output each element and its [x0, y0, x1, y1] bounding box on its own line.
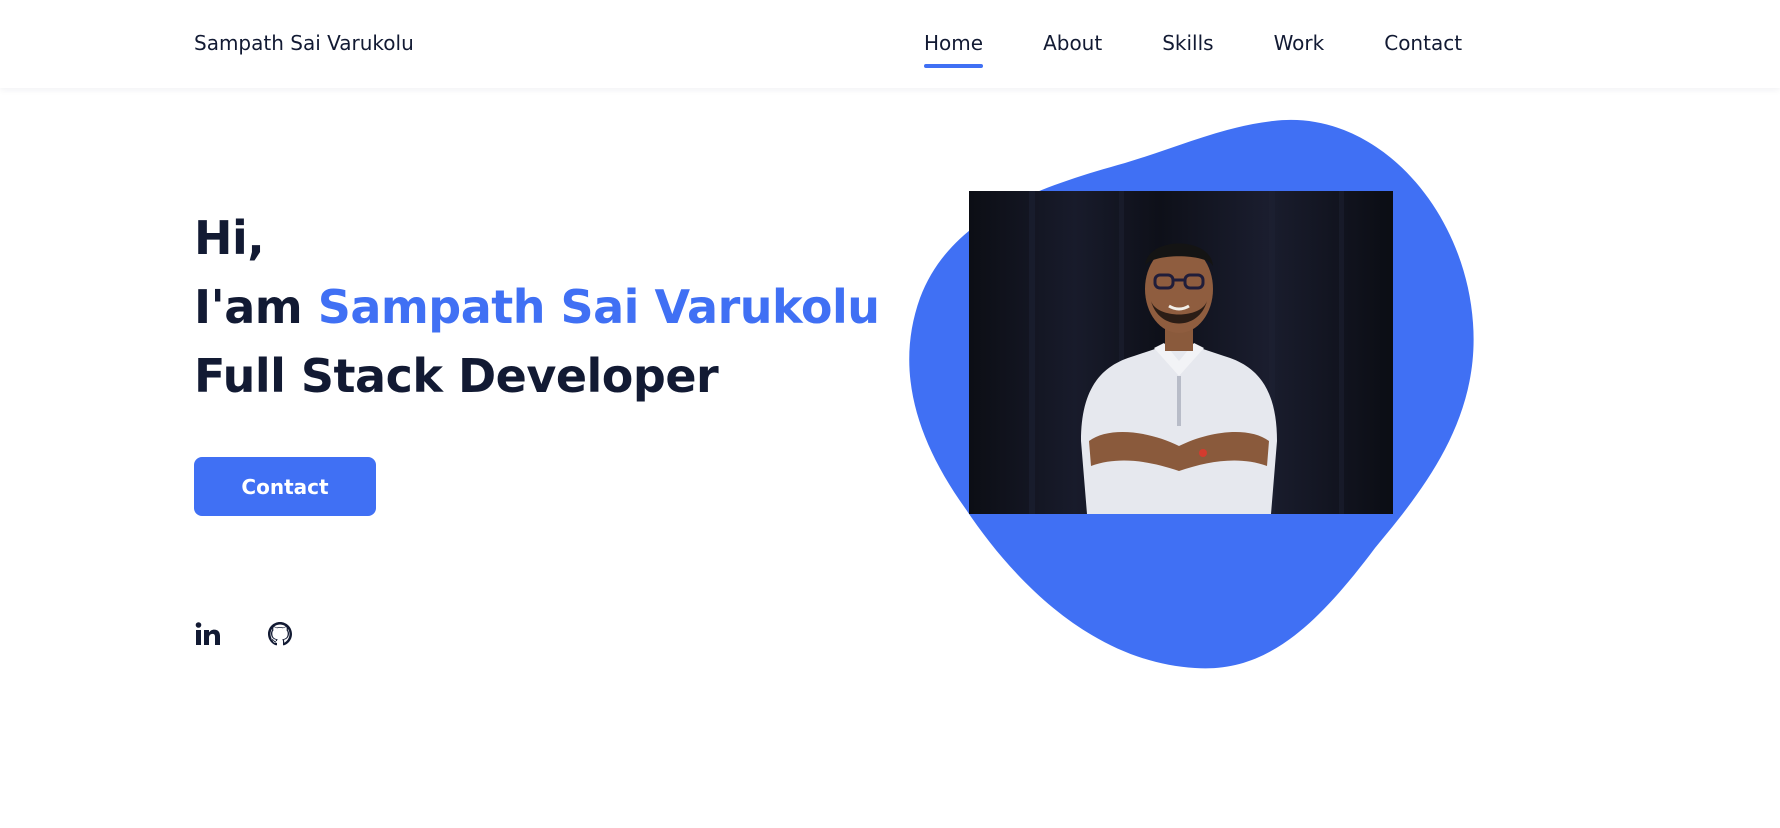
profile-photo	[969, 191, 1393, 514]
hero-role: Full Stack Developer	[194, 349, 719, 403]
social-links	[194, 620, 294, 648]
linkedin-icon[interactable]	[194, 620, 222, 648]
nav-work-link[interactable]: Work	[1274, 31, 1325, 65]
main-nav: Home About Skills Work Contact	[924, 31, 1462, 68]
nav-about-link[interactable]: About	[1043, 31, 1102, 65]
hero-intro-prefix: I'am	[194, 280, 318, 334]
hero-name: Sampath Sai Varukolu	[317, 280, 880, 334]
nav-home-link[interactable]: Home	[924, 31, 984, 68]
site-logo[interactable]: Sampath Sai Varukolu	[194, 31, 414, 55]
site-header: Sampath Sai Varukolu Home About Skills W…	[0, 0, 1780, 88]
nav-skills-link[interactable]: Skills	[1162, 31, 1213, 65]
github-icon[interactable]	[266, 620, 294, 648]
nav-contact-link[interactable]: Contact	[1384, 31, 1462, 65]
hero-greeting: Hi,	[194, 211, 265, 265]
hero-intro-line: I'am Sampath Sai Varukolu	[194, 273, 880, 342]
hero-heading: Hi, I'am Sampath Sai Varukolu Full Stack…	[194, 204, 880, 411]
contact-button[interactable]: Contact	[194, 457, 376, 516]
